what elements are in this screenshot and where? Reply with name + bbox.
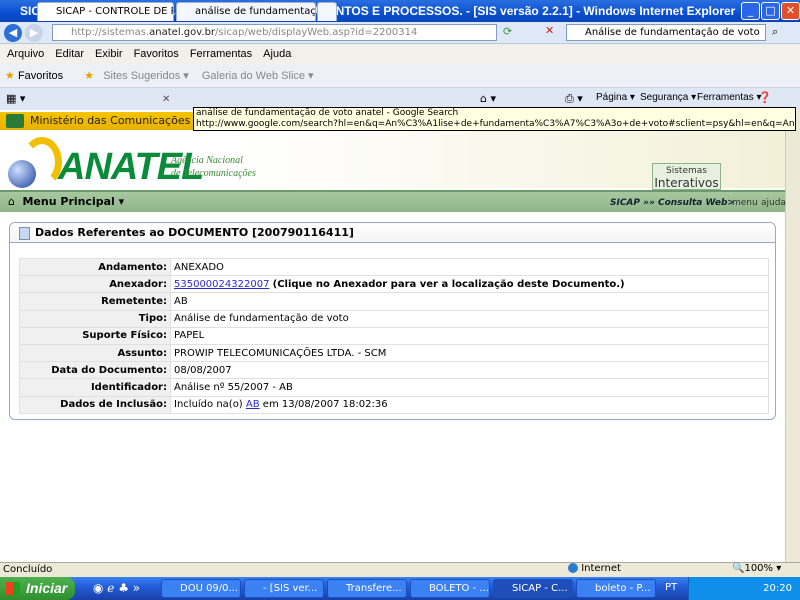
back-button[interactable]: ◀: [4, 24, 22, 42]
security-menu[interactable]: Segurança ▾: [640, 92, 696, 103]
taskbar-item[interactable]: Transfere...: [327, 579, 407, 598]
panel-title: Dados Referentes ao DOCUMENTO [200790116…: [10, 223, 775, 243]
maximize-button[interactable]: □: [761, 2, 780, 20]
tab-tooltip: análise de fundamentação de voto anatel …: [193, 107, 796, 131]
print-icon[interactable]: ⎙ ▾: [565, 92, 583, 106]
tab-google[interactable]: análise de fundamentação d...: [176, 2, 316, 21]
table-row: Anexador: 535000024322007 (Clique no Anex…: [19, 275, 769, 294]
menu-arquivo[interactable]: Arquivo: [7, 48, 44, 60]
help-icon[interactable]: ❓: [758, 91, 772, 104]
language-indicator[interactable]: PT: [665, 582, 677, 593]
globe-icon: [568, 563, 578, 573]
search-icon[interactable]: ⌕: [772, 25, 778, 39]
menu-editar[interactable]: Editar: [55, 48, 84, 60]
menu-ajuda[interactable]: Ajuda: [263, 48, 291, 60]
internet-zone: Internet: [568, 563, 621, 574]
inclusion-unit-link[interactable]: AB: [246, 399, 260, 410]
menu-favoritos[interactable]: Favoritos: [134, 48, 179, 60]
table-row: Suporte Físico: PAPEL: [19, 326, 769, 345]
menu-link[interactable]: menu: [732, 198, 758, 208]
menu-principal[interactable]: Menu Principal ▾: [22, 195, 124, 208]
table-row: Identificador: Análise nº 55/2007 - AB: [19, 378, 769, 397]
anexador-link[interactable]: 535000024322007: [174, 279, 269, 290]
taskbar-item[interactable]: BOLETO - ...: [410, 579, 490, 598]
taskbar: Iniciar ◉ ℯ ♣ » DOU 09/0... - [SIS ver..…: [0, 577, 800, 600]
quick-launch-icons[interactable]: ◉ ℯ ♣ »: [93, 581, 140, 595]
favorites-button[interactable]: Favoritos: [18, 70, 63, 82]
close-tab-icon[interactable]: ✕: [162, 94, 170, 105]
close-button[interactable]: ✕: [781, 2, 800, 20]
address-input[interactable]: http://sistemas.anatel.gov.br/sicap/web/…: [52, 24, 497, 41]
status-bar: Concluído: [0, 562, 800, 577]
page-menu[interactable]: Página ▾: [596, 92, 635, 103]
minimize-button[interactable]: _: [741, 2, 760, 20]
table-row: Assunto: PROWIP TELECOMUNICAÇÕES LTDA. - …: [19, 343, 769, 363]
taskbar-item[interactable]: boleto - P...: [576, 579, 656, 598]
home-folder-icon: ⌂: [8, 195, 15, 208]
stop-icon[interactable]: ✕: [545, 24, 554, 37]
brazil-flag-icon: [6, 114, 24, 128]
suggested-sites-link[interactable]: Sites Sugeridos ▾: [103, 70, 189, 82]
system-tray: 20:20: [688, 577, 800, 600]
document-panel: Dados Referentes ao DOCUMENTO [200790116…: [9, 222, 776, 420]
document-details-table: Andamento: ANEXADO Anexador: 5350000243220…: [19, 257, 769, 414]
search-input[interactable]: Análise de fundamentação de voto: [566, 24, 766, 41]
taskbar-item[interactable]: DOU 09/0...: [161, 579, 241, 598]
vertical-scrollbar[interactable]: [785, 110, 800, 562]
help-link[interactable]: ajuda: [761, 198, 786, 208]
favorites-bar: ★ Favoritos ★ Sites Sugeridos ▾ Galeria …: [0, 64, 800, 88]
zoom-level[interactable]: 🔍100% ▾: [732, 563, 781, 574]
table-row: Tipo: Análise de fundamentação de voto: [19, 309, 769, 328]
clock: 20:20: [763, 583, 792, 594]
table-row: Dados de Inclusão: Incluído na(o) AB em 1…: [19, 395, 769, 414]
tools-menu[interactable]: Ferramentas ▾: [697, 92, 761, 103]
add-favorite-icon[interactable]: ★: [84, 70, 94, 82]
taskbar-item[interactable]: - [SIS ver...: [244, 579, 324, 598]
document-icon: [19, 227, 30, 240]
quick-tabs-icon[interactable]: ▦ ▾: [6, 92, 25, 105]
logo-arc: [22, 137, 62, 187]
star-icon: ★: [5, 70, 15, 82]
sistemas-interativos-tab[interactable]: Sistemas Interativos: [652, 163, 721, 190]
refresh-icon[interactable]: ⟳: [503, 25, 512, 38]
taskbar-item-active[interactable]: SICAP - C...: [493, 579, 573, 598]
table-row: Data do Documento: 08/08/2007: [19, 361, 769, 380]
breadcrumb: SICAP »» Consulta Web>: [610, 198, 735, 208]
table-row: Remetente: AB: [19, 292, 769, 311]
web-slice-link[interactable]: Galeria do Web Slice ▾: [202, 70, 314, 82]
new-tab-button[interactable]: [317, 2, 337, 21]
windows-logo-icon: [6, 582, 20, 595]
menu-exibir[interactable]: Exibir: [95, 48, 123, 60]
agency-name: Agência Nacional de Telecomunicações: [171, 155, 256, 179]
table-row: Andamento: ANEXADO: [19, 257, 769, 277]
tab-sicap[interactable]: SICAP - CONTROLE DE R...: [37, 2, 174, 21]
forward-button[interactable]: ▶: [25, 24, 43, 42]
menu-bar: Arquivo Editar Exibir Favoritos Ferramentas A…: [0, 44, 800, 64]
menu-ferramentas[interactable]: Ferramentas: [190, 48, 252, 60]
home-icon[interactable]: ⌂ ▾: [480, 92, 496, 105]
